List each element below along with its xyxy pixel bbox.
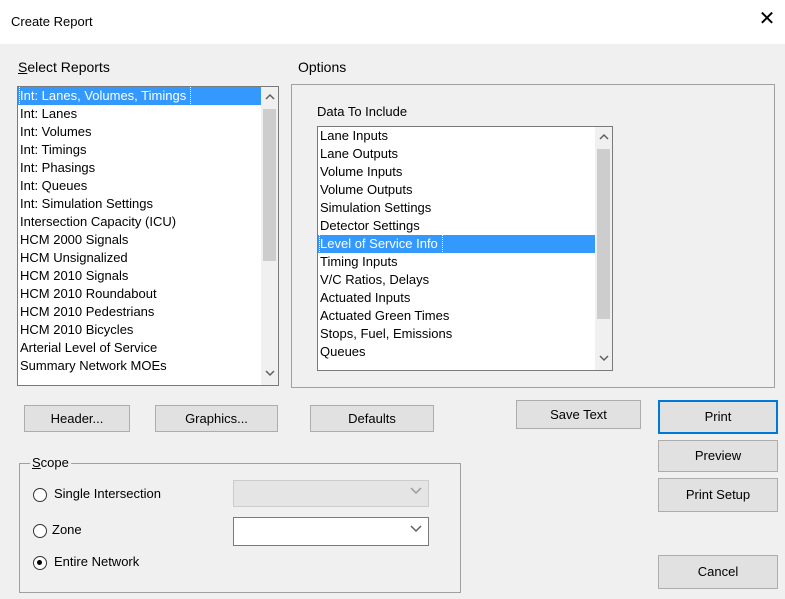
- scope-mnemonic: S: [32, 455, 41, 470]
- data-include-list-item[interactable]: Volume Inputs: [318, 163, 612, 181]
- zone-label[interactable]: Zone: [52, 522, 82, 537]
- select-reports-label: Select Reports: [18, 59, 110, 75]
- scroll-up-icon[interactable]: [595, 129, 612, 146]
- chevron-down-icon: [410, 486, 422, 498]
- zone-radio[interactable]: [33, 524, 47, 538]
- entire-network-radio[interactable]: [33, 556, 47, 570]
- report-list-item[interactable]: Arterial Level of Service: [18, 339, 278, 357]
- data-include-list-item[interactable]: Timing Inputs: [318, 253, 612, 271]
- data-include-list-item[interactable]: Level of Service Info: [318, 234, 612, 254]
- report-list-item[interactable]: HCM 2000 Signals: [18, 231, 278, 249]
- zone-dropdown[interactable]: [233, 517, 429, 546]
- select-reports-label-rest: elect Reports: [27, 59, 110, 75]
- close-icon[interactable]: ✕: [757, 9, 777, 29]
- data-to-include-scroll-thumb[interactable]: [597, 149, 610, 319]
- data-include-list-item[interactable]: V/C Ratios, Delays: [318, 271, 612, 289]
- header-button[interactable]: Header...: [24, 405, 130, 432]
- report-list-item[interactable]: Int: Lanes: [18, 105, 278, 123]
- title-bar: [0, 0, 785, 44]
- scope-label-rest: cope: [40, 455, 69, 470]
- single-intersection-radio[interactable]: [33, 488, 47, 502]
- report-list-item[interactable]: Int: Timings: [18, 141, 278, 159]
- scroll-up-icon[interactable]: [261, 89, 278, 106]
- graphics-button[interactable]: Graphics...: [155, 405, 278, 432]
- data-to-include-scrollbar[interactable]: [595, 127, 612, 370]
- select-reports-scrollbar[interactable]: [261, 87, 278, 385]
- data-include-list-item[interactable]: Stops, Fuel, Emissions: [318, 325, 612, 343]
- single-intersection-label[interactable]: Single Intersection: [54, 486, 161, 501]
- report-list-item[interactable]: Summary Network MOEs: [18, 357, 278, 375]
- scroll-down-icon[interactable]: [595, 351, 612, 368]
- data-include-list-item[interactable]: Actuated Inputs: [318, 289, 612, 307]
- data-include-list-item[interactable]: Simulation Settings: [318, 199, 612, 217]
- select-reports-mnemonic: S: [18, 59, 28, 75]
- report-list-item[interactable]: HCM Unsignalized: [18, 249, 278, 267]
- print-button[interactable]: Print: [658, 400, 778, 434]
- single-intersection-dropdown[interactable]: [233, 480, 429, 507]
- data-include-list-item[interactable]: Queues: [318, 343, 612, 361]
- report-list-item[interactable]: HCM 2010 Roundabout: [18, 285, 278, 303]
- report-list-item[interactable]: HCM 2010 Signals: [18, 267, 278, 285]
- data-to-include-label: Data To Include: [317, 104, 408, 119]
- print-setup-button[interactable]: Print Setup: [658, 478, 778, 512]
- data-to-include-items: Lane Inputs Lane Outputs Volume Inputs Volu…: [318, 127, 612, 361]
- report-list-item[interactable]: HCM 2010 Pedestrians: [18, 303, 278, 321]
- window-title: Create Report: [11, 14, 93, 29]
- data-include-list-item[interactable]: Detector Settings: [318, 217, 612, 235]
- entire-network-label[interactable]: Entire Network: [54, 554, 139, 569]
- report-list-item[interactable]: HCM 2010 Bicycles: [18, 321, 278, 339]
- data-to-include-list[interactable]: Lane Inputs Lane Outputs Volume Inputs Volu…: [317, 126, 613, 371]
- data-include-list-item[interactable]: Actuated Green Times: [318, 307, 612, 325]
- report-list-item[interactable]: Int: Lanes, Volumes, Timings: [18, 87, 278, 106]
- report-list-item[interactable]: Int: Queues: [18, 177, 278, 195]
- select-reports-list[interactable]: Int: Lanes, Volumes, Timings Int: Lanes In…: [17, 86, 279, 386]
- cancel-button[interactable]: Cancel: [658, 555, 778, 589]
- report-list-item[interactable]: Int: Volumes: [18, 123, 278, 141]
- scroll-down-icon[interactable]: [261, 366, 278, 383]
- save-text-button[interactable]: Save Text: [516, 400, 641, 429]
- report-list-item[interactable]: Int: Phasings: [18, 159, 278, 177]
- report-list-item[interactable]: Intersection Capacity (ICU): [18, 213, 278, 231]
- radio-selected-dot: [37, 560, 42, 565]
- preview-button[interactable]: Preview: [658, 440, 778, 472]
- chevron-down-icon: [410, 524, 422, 536]
- select-reports-items: Int: Lanes, Volumes, Timings Int: Lanes In…: [18, 87, 278, 375]
- data-include-list-item[interactable]: Lane Outputs: [318, 145, 612, 163]
- data-include-list-item[interactable]: Volume Outputs: [318, 181, 612, 199]
- select-reports-scroll-thumb[interactable]: [263, 109, 276, 261]
- defaults-button[interactable]: Defaults: [310, 405, 434, 432]
- scope-label: Scope: [30, 455, 71, 470]
- report-list-item[interactable]: Int: Simulation Settings: [18, 195, 278, 213]
- data-include-list-item[interactable]: Lane Inputs: [318, 127, 612, 145]
- options-label: Options: [298, 59, 347, 75]
